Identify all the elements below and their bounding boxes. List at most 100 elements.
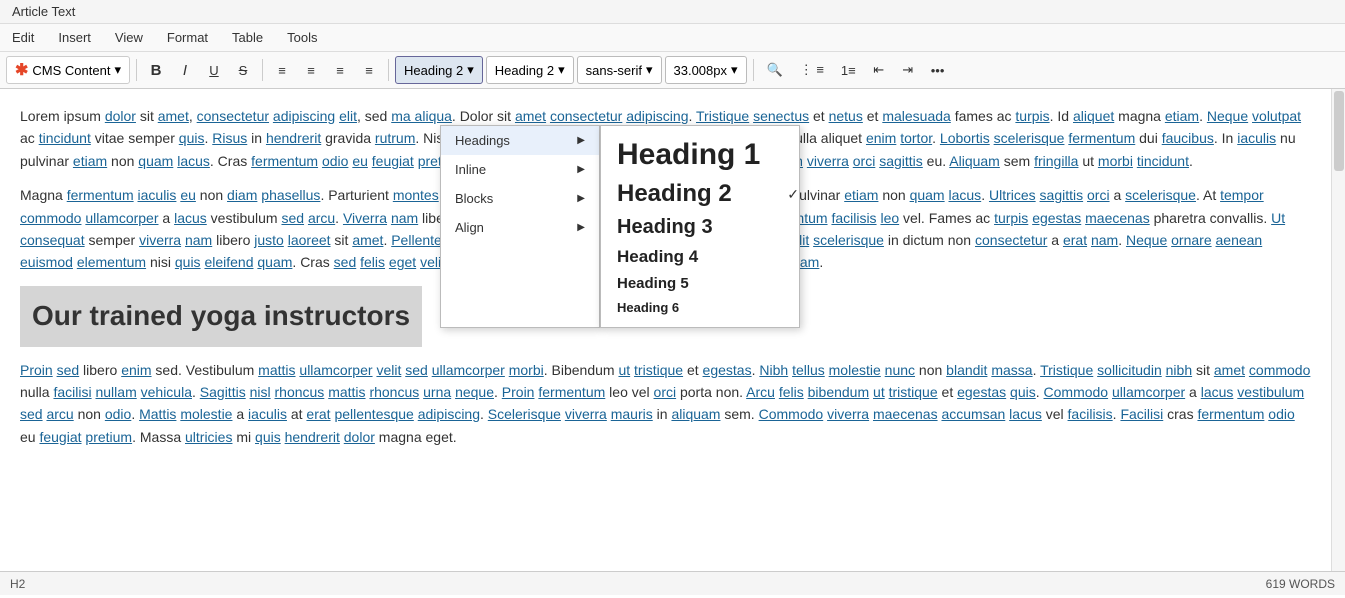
link-ullamcorper4[interactable]: ullamcorper [1112,384,1185,400]
link-eget2[interactable]: eget [389,254,416,270]
link-scelerisque4[interactable]: Scelerisque [488,406,561,422]
link-tristique[interactable]: Tristique [696,108,749,124]
format-menu-blocks[interactable]: Blocks ▶ [441,184,599,213]
link-feugiat2[interactable]: feugiat [39,429,81,445]
link-neque3[interactable]: neque [455,384,494,400]
link-iaculis[interactable]: iaculis [1237,130,1276,146]
link-dolor[interactable]: dolor [105,108,136,124]
link-viverra3[interactable]: viverra [565,406,607,422]
link-etiam[interactable]: etiam [1165,108,1199,124]
link-hendrerit[interactable]: hendrerit [266,130,321,146]
link-lacus5[interactable]: lacus [1201,384,1234,400]
strikethrough-button[interactable]: S [230,56,256,84]
link-viverra4[interactable]: viverra [827,406,869,422]
link-commodo4[interactable]: Commodo [759,406,824,422]
link-velit3[interactable]: velit [376,362,401,378]
link-arcu3[interactable]: arcu [46,406,73,422]
link-nibh2[interactable]: nibh [1166,362,1192,378]
link-leo[interactable]: leo [880,210,899,226]
link-justo2[interactable]: justo [254,232,284,248]
link-eu2[interactable]: eu [180,187,196,203]
link-rhoncus[interactable]: rhoncus [275,384,325,400]
link-pellentesque3[interactable]: pellentesque [334,406,413,422]
link-odio[interactable]: odio [322,153,348,169]
link-ut[interactable]: Ut [1271,210,1285,226]
link-facilisi2[interactable]: Facilisi [1120,406,1163,422]
link-diam[interactable]: diam [227,187,257,203]
link-consequat2[interactable]: consequat [20,232,85,248]
link-nam2[interactable]: nam [185,232,212,248]
link-risus[interactable]: Risus [212,130,247,146]
link-laoreet2[interactable]: laoreet [288,232,331,248]
link-adipiscing[interactable]: adipiscing [273,108,335,124]
link-enim[interactable]: enim [866,130,896,146]
link-phasellus[interactable]: phasellus [261,187,320,203]
link-felis2[interactable]: felis [779,384,804,400]
link-sagittis4[interactable]: Sagittis [200,384,246,400]
search-button[interactable]: 🔍 [760,56,790,84]
link-molestie[interactable]: molestie [829,362,881,378]
link-fermentum5[interactable]: fermentum [1197,406,1264,422]
link-ultrices[interactable]: Ultrices [989,187,1036,203]
link-tincidunt[interactable]: tincidunt [39,130,91,146]
heading6-option[interactable]: Heading 6 [601,296,799,319]
link-netus[interactable]: netus [829,108,863,124]
heading3-option[interactable]: Heading 3 [601,212,799,243]
link-blandit[interactable]: blandit [946,362,987,378]
link-quam4[interactable]: quam [257,254,292,270]
link-vestibulum[interactable]: vestibulum [1237,384,1304,400]
link-aliquam2[interactable]: aliquam [671,406,720,422]
link-ornare[interactable]: ornare [1171,232,1211,248]
link-molestie2[interactable]: molestie [180,406,232,422]
link-ullamcorper3[interactable]: ullamcorper [432,362,505,378]
link-amet[interactable]: amet [158,108,189,124]
link-etiam2[interactable]: etiam [73,153,107,169]
format-menu-inline[interactable]: Inline ▶ [441,155,599,184]
link-maecenas[interactable]: maecenas [1085,210,1150,226]
link-egestas2[interactable]: egestas [703,362,752,378]
link-etiam3[interactable]: etiam [844,187,878,203]
link-rutrum[interactable]: rutrum [375,130,415,146]
scrollbar-thumb[interactable] [1334,91,1344,171]
link-aliquet[interactable]: aliquet [1073,108,1114,124]
link-mauris[interactable]: mauris [611,406,653,422]
link-ullamcorper2[interactable]: ullamcorper [299,362,372,378]
link-orci[interactable]: orci [853,153,876,169]
link-amet2[interactable]: amet [515,108,546,124]
link-commodo2[interactable]: commodo [1249,362,1310,378]
link-proin[interactable]: Proin [20,362,53,378]
editor-scrollbar[interactable] [1331,89,1345,571]
link-tincidunt2[interactable]: tincidunt [1137,153,1189,169]
heading-format-dropdown[interactable]: Heading 2 ▾ [395,56,483,84]
link-orci2[interactable]: orci [1087,187,1110,203]
link-arcu2[interactable]: Arcu [746,384,775,400]
link-mattis2[interactable]: mattis [328,384,365,400]
link-mattis3[interactable]: Mattis [139,406,176,422]
link-pretium2[interactable]: pretium [85,429,132,445]
menu-edit[interactable]: Edit [8,28,38,47]
link-turpis2[interactable]: turpis [994,210,1028,226]
link-elementum2[interactable]: elementum [77,254,146,270]
link-egestas[interactable]: egestas [1032,210,1081,226]
link-adipiscing2[interactable]: adipiscing [626,108,688,124]
link-nibh[interactable]: Nibh [759,362,788,378]
link-tristique4[interactable]: tristique [634,362,683,378]
link-lacus[interactable]: lacus [177,153,210,169]
link-quam[interactable]: quam [138,153,173,169]
heading2-option[interactable]: Heading 2 [601,176,779,212]
link-tortor[interactable]: tortor [900,130,932,146]
link-facilisi[interactable]: facilisi [53,384,91,400]
link-erat2[interactable]: erat [1063,232,1087,248]
italic-button[interactable]: I [172,56,198,84]
link-ma-aliqua[interactable]: ma aliqua [391,108,452,124]
link-volutpat[interactable]: volutpat [1252,108,1301,124]
link-tristique6[interactable]: tristique [889,384,938,400]
link-scelerisque[interactable]: scelerisque [994,130,1065,146]
link-feugiat[interactable]: feugiat [372,153,414,169]
link-neque2[interactable]: Neque [1126,232,1167,248]
link-ut2[interactable]: ut [618,362,630,378]
link-hendrerit[interactable]: hendrerit [285,429,340,445]
link-ultricies2[interactable]: ultricies [185,429,232,445]
link-felis[interactable]: felis [360,254,385,270]
link-sollicitudin[interactable]: sollicitudin [1097,362,1162,378]
